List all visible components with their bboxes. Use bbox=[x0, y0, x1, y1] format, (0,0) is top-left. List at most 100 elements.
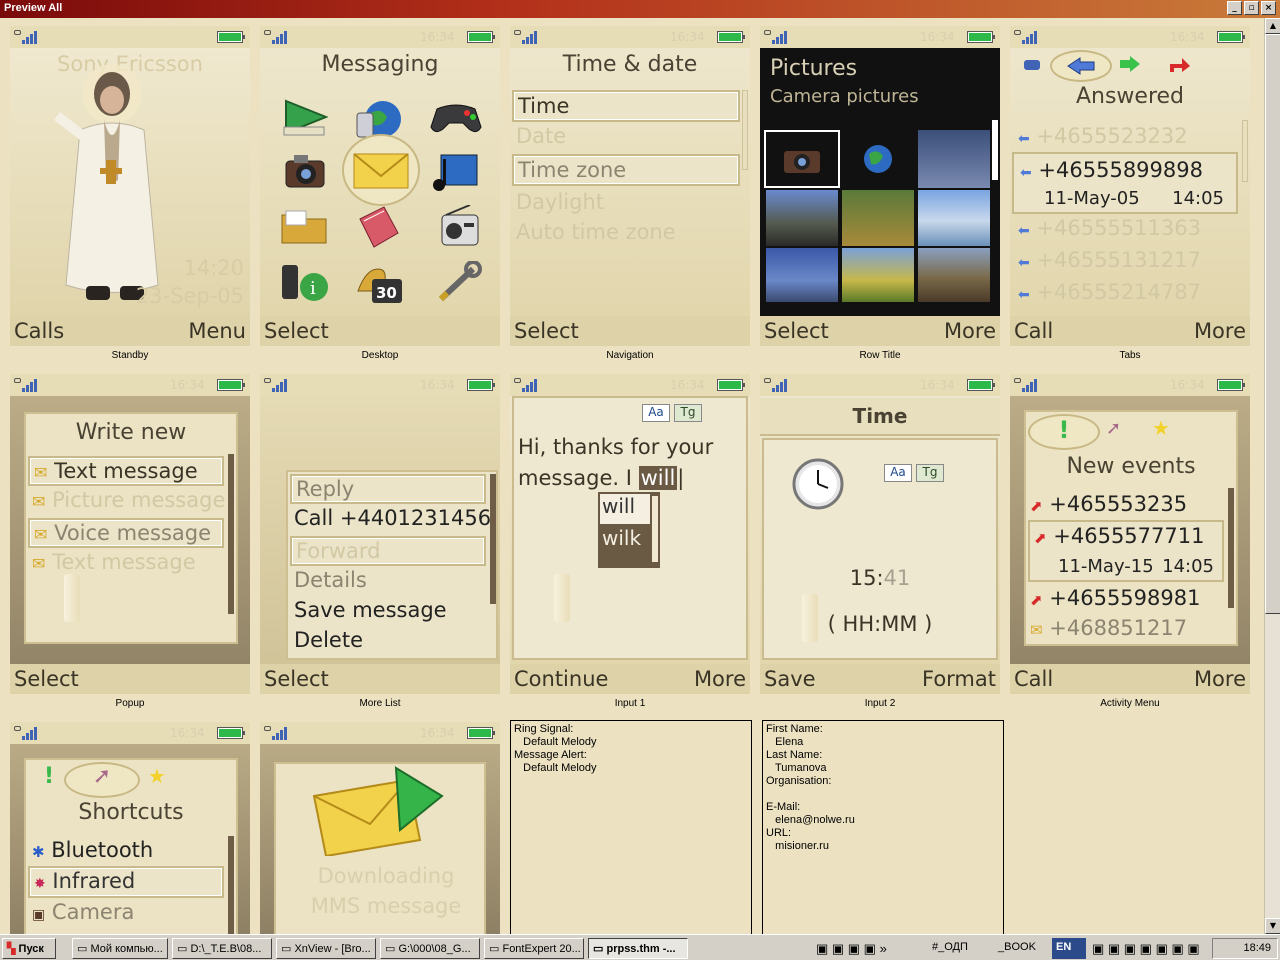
taskbar-item-my-computer[interactable]: ▭ Мой компью... bbox=[72, 938, 168, 959]
language-indicator[interactable]: EN bbox=[1052, 938, 1086, 959]
softkey-left[interactable]: Select bbox=[764, 319, 829, 343]
softkey-left[interactable]: Call bbox=[1014, 319, 1053, 343]
more-item-forward[interactable]: Forward bbox=[290, 536, 486, 566]
tab-new-events[interactable]: ! bbox=[44, 764, 54, 789]
event-row-1[interactable]: ⬈ +465553235 bbox=[1030, 492, 1187, 516]
softkey-right[interactable]: Format bbox=[922, 667, 996, 691]
connectivity-icon[interactable]: i bbox=[276, 258, 334, 308]
more-item-call[interactable]: Call +4401231456 bbox=[294, 506, 491, 530]
tab-all-calls-icon[interactable] bbox=[1022, 56, 1042, 76]
popup-item-voice-message[interactable]: ✉ Voice message bbox=[28, 518, 224, 548]
suggestion-will[interactable]: will bbox=[600, 494, 650, 524]
thumb-photo-1[interactable] bbox=[918, 130, 990, 188]
thumb-globe[interactable] bbox=[842, 130, 914, 188]
tab-bookmarks[interactable]: ★ bbox=[1152, 416, 1170, 440]
popup-scrollbar[interactable] bbox=[228, 454, 234, 614]
nav-item-time[interactable]: Time bbox=[512, 90, 740, 122]
thumb-camera[interactable] bbox=[764, 130, 840, 188]
settings-icon[interactable] bbox=[430, 258, 486, 308]
softkey-right[interactable]: More bbox=[944, 319, 996, 343]
call-row-1[interactable]: ⬅ +4655523232 bbox=[1018, 124, 1188, 148]
popup-item-text-message-2[interactable]: ✉ Text message bbox=[32, 550, 196, 574]
softkey-left[interactable]: Select bbox=[264, 667, 329, 691]
popup-item-text-message[interactable]: ✉ Text message bbox=[28, 456, 224, 486]
shortcut-infrared[interactable]: ✸ Infrared bbox=[28, 866, 224, 898]
softkey-left[interactable]: Select bbox=[264, 319, 329, 343]
tab-dialled[interactable] bbox=[1118, 54, 1142, 78]
activity-scrollbar[interactable] bbox=[1228, 488, 1234, 608]
messaging-icon[interactable] bbox=[342, 134, 420, 206]
shortcut-bluetooth[interactable]: ✱ Bluetooth bbox=[32, 838, 153, 862]
softkey-left[interactable]: Call bbox=[1014, 667, 1053, 691]
nav-item-date[interactable]: Date bbox=[516, 124, 566, 148]
more-item-delete[interactable]: Delete bbox=[294, 628, 363, 652]
scroll-up-arrow[interactable]: ▲ bbox=[1265, 18, 1280, 34]
softkey-left[interactable]: Save bbox=[764, 667, 816, 691]
call-row-4[interactable]: ⬅ +46555131217 bbox=[1018, 248, 1201, 272]
thumb-photo-4[interactable] bbox=[918, 190, 990, 246]
call-row-selected[interactable]: ⬅ +46555899898 11-May-05 14:05 bbox=[1012, 152, 1238, 214]
call-row-3[interactable]: ⬅ +46555511363 bbox=[1018, 216, 1201, 240]
close-button[interactable]: × bbox=[1261, 1, 1276, 15]
maximize-button[interactable]: ▫ bbox=[1244, 1, 1259, 15]
screen-popup[interactable]: 16:34 Write new ✉ Text message ✉ Picture… bbox=[10, 374, 250, 694]
screen-input-2[interactable]: 16:34 Time Aa Tg 15:41 ( HH:MM ) Save Fo… bbox=[760, 374, 1000, 694]
taskbar-item-folder-g[interactable]: ▭ G:\000\08_G... bbox=[380, 938, 480, 959]
thumb-photo-2[interactable] bbox=[766, 190, 838, 246]
tray-icons[interactable]: ▣ ▣ ▣ ▣ ▣ ▣ ▣ bbox=[1088, 938, 1208, 959]
toolbar-odp[interactable]: #_ОДП bbox=[928, 938, 988, 959]
tab-shortcuts[interactable]: ➚ bbox=[64, 762, 140, 798]
time-input[interactable]: 15:41 bbox=[760, 566, 1000, 590]
nav-item-time-zone[interactable]: Time zone bbox=[512, 154, 740, 186]
taskbar-item-prpss[interactable]: ▭ prpss.thm -... bbox=[588, 938, 688, 959]
organizer-icon[interactable]: 30 bbox=[350, 258, 408, 308]
taskbar-item-fontexpert[interactable]: ▭ FontExpert 20... bbox=[484, 938, 584, 959]
vertical-scrollbar[interactable]: ▲ ▼ bbox=[1264, 18, 1280, 934]
games-icon[interactable] bbox=[426, 92, 486, 142]
softkey-right[interactable]: More bbox=[1194, 319, 1246, 343]
tab-answered[interactable] bbox=[1050, 50, 1112, 82]
nav-item-daylight[interactable]: Daylight bbox=[516, 190, 604, 214]
screen-downloading[interactable]: 16:34 Downloading MMS message bbox=[260, 722, 500, 934]
suggestion-wilk[interactable]: wilk bbox=[600, 526, 643, 550]
softkey-left[interactable]: Continue bbox=[514, 667, 608, 691]
suggestion-scrollbar[interactable] bbox=[652, 496, 658, 562]
message-text[interactable]: Hi, thanks for your message. I will| bbox=[518, 432, 718, 494]
media-player-icon[interactable] bbox=[278, 92, 332, 142]
screen-more-list[interactable]: 16:34 Reply Call +4401231456 Forward Det… bbox=[260, 374, 500, 694]
event-row-3[interactable]: ⬈ +4655598981 bbox=[1030, 586, 1200, 610]
more-list-scrollbar[interactable] bbox=[490, 474, 496, 604]
screen-standby[interactable]: Sony Ericsson 14:20 23-Sep-05 Calls Menu bbox=[10, 26, 250, 346]
softkey-left[interactable]: Select bbox=[14, 667, 79, 691]
screen-shortcuts[interactable]: 16:34 ! ➚ ★ Shortcuts ✱ Bluetooth ✸ Infr… bbox=[10, 722, 250, 934]
rowtitle-scrollbar[interactable] bbox=[992, 120, 998, 180]
screen-desktop[interactable]: 16:34 Messaging i 30 Select bbox=[260, 26, 500, 346]
thumb-photo-5[interactable] bbox=[766, 248, 838, 302]
softkey-left[interactable]: Calls bbox=[14, 319, 64, 343]
more-item-details[interactable]: Details bbox=[294, 568, 367, 592]
radio-icon[interactable] bbox=[432, 202, 486, 252]
scroll-down-arrow[interactable]: ▼ bbox=[1265, 918, 1280, 934]
thumb-photo-6[interactable] bbox=[842, 248, 914, 302]
start-button[interactable]: ▚ Пуск bbox=[2, 938, 56, 959]
tab-new-events[interactable]: ! bbox=[1028, 414, 1100, 450]
tabs-scrollbar[interactable] bbox=[1242, 120, 1248, 182]
screen-activity-menu[interactable]: 16:34 ! ➚ ★ New events ⬈ +465553235 ⬈ +4… bbox=[1010, 374, 1250, 694]
popup-item-picture-message[interactable]: ✉ Picture message bbox=[32, 488, 225, 512]
tab-shortcuts[interactable]: ➚ bbox=[1106, 418, 1121, 439]
screen-tabs[interactable]: 16:34 Answered ⬅ +4655523232 ⬅ +46555899… bbox=[1010, 26, 1250, 346]
nav-item-auto-time-zone[interactable]: Auto time zone bbox=[516, 220, 676, 244]
softkey-right[interactable]: Menu bbox=[188, 319, 246, 343]
thumb-photo-3[interactable] bbox=[842, 190, 914, 246]
taskbar-item-folder-d[interactable]: ▭ D:\_T.E.B\08... bbox=[172, 938, 272, 959]
screen-row-title[interactable]: 16:34 Pictures Camera pictures Select Mo… bbox=[760, 26, 1000, 346]
nav-scrollbar[interactable] bbox=[742, 90, 748, 170]
phonebook-icon[interactable] bbox=[350, 202, 406, 252]
event-row-4[interactable]: ✉ +468851217 bbox=[1030, 616, 1187, 640]
thumb-photo-7[interactable] bbox=[918, 248, 990, 302]
shortcuts-scrollbar[interactable] bbox=[228, 836, 234, 934]
minimize-button[interactable]: _ bbox=[1227, 1, 1242, 15]
tab-missed[interactable] bbox=[1168, 54, 1192, 78]
toolbar-book[interactable]: _BOOK bbox=[994, 938, 1046, 959]
taskbar-item-xnview[interactable]: ▭ XnView - [Bro... bbox=[276, 938, 376, 959]
